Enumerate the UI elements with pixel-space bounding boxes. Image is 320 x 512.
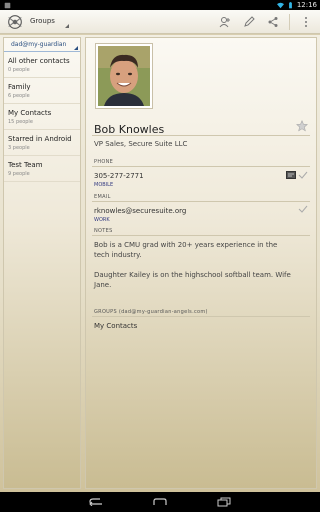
group-name: All other contacts — [8, 57, 70, 65]
section-header-notes: NOTES — [94, 228, 113, 234]
app-notification-icon — [4, 2, 11, 8]
star-icon[interactable] — [296, 120, 308, 132]
add-contact-icon — [219, 17, 230, 28]
action-bar-title[interactable]: Groups — [30, 17, 55, 25]
overflow-menu-icon — [305, 17, 307, 27]
dropdown-caret-icon — [74, 46, 78, 50]
group-count: 15 people — [8, 119, 33, 125]
account-selector[interactable]: dad@my-guardian — [4, 38, 80, 52]
edit-icon — [244, 16, 255, 27]
group-name: Starred in Android — [8, 135, 72, 143]
back-button[interactable] — [88, 496, 104, 508]
divider — [92, 166, 310, 167]
action-bar: Groups — [0, 10, 320, 34]
email-address[interactable]: rknowles@securesuite.org — [94, 207, 186, 215]
navigation-bar — [0, 492, 320, 512]
group-item-test-team[interactable]: Test Team 9 people — [4, 156, 80, 182]
group-item-family[interactable]: Family 6 people — [4, 78, 80, 104]
share-button[interactable] — [265, 14, 281, 30]
group-item-all-other-contacts[interactable]: All other contacts 0 people — [4, 52, 80, 78]
groups-panel: dad@my-guardian All other contacts 0 peo… — [3, 37, 81, 489]
clock: 12:16 — [296, 1, 317, 9]
home-icon — [153, 498, 167, 505]
notes-text: Bob is a CMU grad with 20+ years experie… — [94, 240, 294, 290]
divider — [92, 235, 310, 236]
section-header-phone: PHONE — [94, 159, 114, 165]
contact-groups: My Contacts — [94, 322, 138, 330]
action-divider — [289, 14, 290, 30]
status-bar: 12:16 — [0, 0, 320, 10]
share-icon — [268, 17, 278, 27]
phone-number[interactable]: 305-277-2771 — [94, 172, 144, 180]
overflow-menu-button[interactable] — [298, 14, 314, 30]
recent-apps-icon — [217, 497, 231, 507]
group-name: Test Team — [8, 161, 43, 169]
dropdown-caret-icon — [65, 24, 69, 28]
battery-icon — [288, 1, 292, 8]
contact-photo-image — [98, 46, 150, 106]
group-count: 9 people — [8, 171, 30, 177]
edit-button[interactable] — [241, 14, 257, 30]
recent-apps-button[interactable] — [216, 496, 232, 508]
app-logo-icon[interactable] — [6, 13, 24, 31]
checkmark-icon — [298, 171, 308, 179]
group-name: My Contacts — [8, 109, 52, 117]
contact-detail-panel: Bob Knowles VP Sales, Secure Suite LLC P… — [85, 37, 317, 489]
home-button[interactable] — [152, 496, 168, 508]
divider — [92, 135, 310, 136]
divider — [92, 201, 310, 202]
section-header-email: EMAIL — [94, 194, 111, 200]
wifi-icon — [276, 2, 284, 8]
message-icon[interactable] — [286, 171, 296, 179]
phone-type: MOBILE — [94, 182, 114, 188]
add-contact-button[interactable] — [217, 14, 233, 30]
contact-title: VP Sales, Secure Suite LLC — [94, 140, 188, 148]
group-name: Family — [8, 83, 31, 91]
checkmark-icon — [298, 205, 308, 213]
group-count: 0 people — [8, 67, 30, 73]
notes-paragraph: Bob is a CMU grad with 20+ years experie… — [94, 241, 278, 259]
email-type: WORK — [94, 217, 110, 223]
section-header-groups: GROUPS (dad@my-guardian-angels.com) — [94, 309, 208, 315]
contact-photo[interactable] — [96, 44, 152, 108]
group-item-starred-in-android[interactable]: Starred in Android 3 people — [4, 130, 80, 156]
divider — [92, 316, 310, 317]
notes-paragraph: Daughter Kailey is on the highschool sof… — [94, 271, 291, 289]
back-icon — [89, 498, 102, 506]
group-count: 3 people — [8, 145, 30, 151]
group-item-my-contacts[interactable]: My Contacts 15 people — [4, 104, 80, 130]
group-count: 6 people — [8, 93, 30, 99]
account-label: dad@my-guardian — [11, 41, 67, 48]
